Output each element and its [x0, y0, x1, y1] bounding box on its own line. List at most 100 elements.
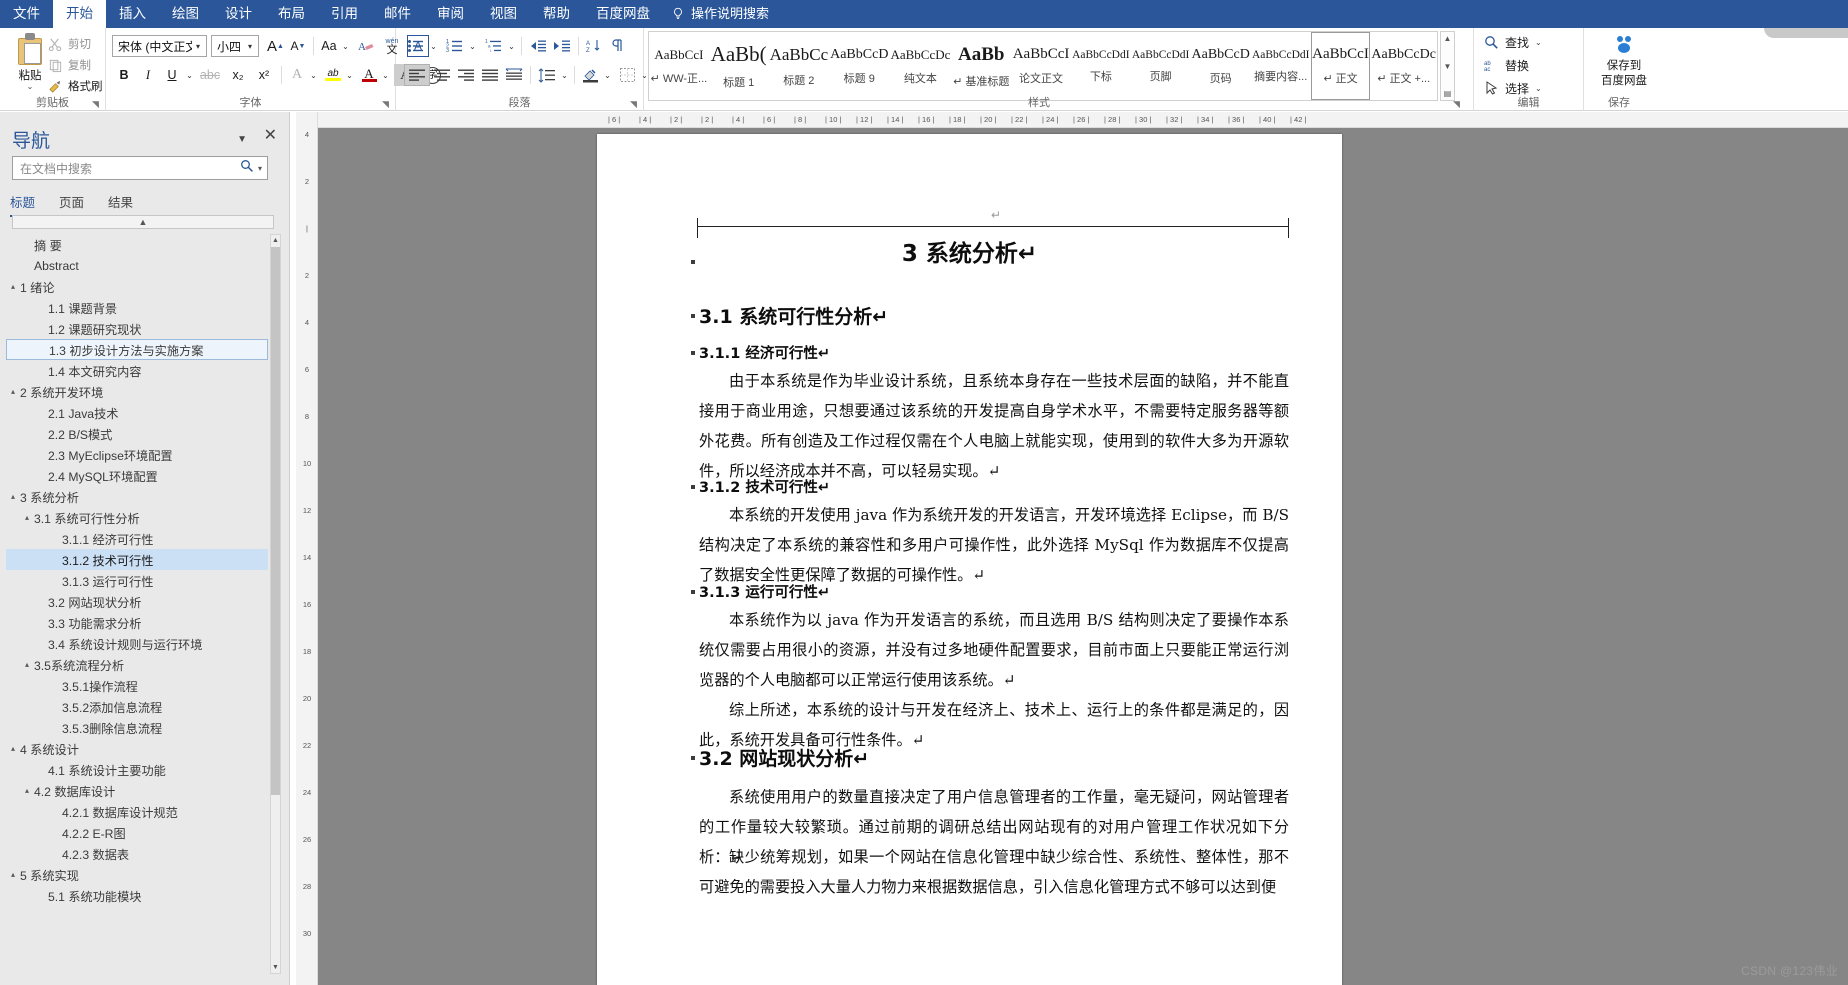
- nav-item-14[interactable]: 3.1.1 经济可行性: [6, 528, 268, 549]
- nav-item-2[interactable]: ▴ 1 绪论: [6, 276, 268, 297]
- horizontal-ruler[interactable]: | 6 | | 4 | | 2 | | 2 | | 4 | | 6 | | 8 | | 10 …: [318, 112, 1848, 128]
- superscript-button[interactable]: x²: [251, 64, 277, 86]
- cut-button[interactable]: 剪切: [48, 36, 91, 52]
- bold-button[interactable]: B: [112, 64, 136, 86]
- bullets-button[interactable]: [404, 35, 428, 57]
- font-dialog-launcher[interactable]: ◥: [382, 99, 392, 109]
- nav-tab-headings[interactable]: 标题: [10, 192, 36, 217]
- tab-review[interactable]: 审阅: [424, 0, 477, 28]
- nav-item-25[interactable]: 4.1 系统设计主要功能: [6, 759, 268, 780]
- nav-item-0[interactable]: 摘 要: [6, 234, 268, 255]
- nav-expand-triangle-30[interactable]: ▴: [6, 870, 20, 879]
- nav-item-26[interactable]: ▴ 4.2 数据库设计: [6, 780, 268, 801]
- text-effects-caret[interactable]: ⌄: [308, 71, 319, 80]
- find-caret[interactable]: ⌄: [1535, 38, 1542, 47]
- grow-font-button[interactable]: A ▲: [264, 35, 287, 57]
- nav-item-5[interactable]: 1.3 初步设计方法与实施方案: [6, 339, 268, 360]
- line-spacing-caret[interactable]: ⌄: [559, 71, 570, 80]
- nav-expand-triangle-7[interactable]: ▴: [6, 387, 20, 396]
- bullets-caret[interactable]: ⌄: [428, 42, 439, 51]
- strikethrough-button[interactable]: abc: [195, 64, 225, 86]
- font-name-caret[interactable]: ▾: [192, 42, 204, 51]
- tab-view[interactable]: 视图: [477, 0, 530, 28]
- nav-tab-pages[interactable]: 页面: [59, 192, 84, 217]
- italic-button[interactable]: I: [136, 64, 160, 86]
- nav-item-19[interactable]: 3.4 系统设计规则与运行环境: [6, 633, 268, 654]
- nav-item-16[interactable]: 3.1.3 运行可行性: [6, 570, 268, 591]
- subscript-button[interactable]: x₂: [225, 64, 251, 86]
- nav-scroll-down-icon[interactable]: ▼: [271, 962, 280, 973]
- style-item-4[interactable]: AaBbCcDc 纯文本: [889, 32, 951, 100]
- decrease-indent-button[interactable]: [526, 35, 550, 57]
- paragraph-dialog-launcher[interactable]: ◥: [630, 99, 640, 109]
- nav-item-13[interactable]: ▴ 3.1 系统可行性分析: [6, 507, 268, 528]
- styles-scroll-down-icon[interactable]: ▼: [1444, 62, 1452, 71]
- nav-item-9[interactable]: 2.2 B/S模式: [6, 423, 268, 444]
- nav-expand-triangle-2[interactable]: ▴: [6, 282, 20, 291]
- navigation-options-caret[interactable]: ▼: [237, 134, 247, 145]
- nav-item-22[interactable]: 3.5.2添加信息流程: [6, 696, 268, 717]
- distribute-button[interactable]: [502, 64, 526, 86]
- nav-expand-triangle-13[interactable]: ▴: [20, 513, 34, 522]
- align-left-button[interactable]: [404, 64, 430, 86]
- nav-tab-results[interactable]: 结果: [108, 192, 133, 217]
- save-to-baidu-button[interactable]: 保存到 百度网盘: [1594, 34, 1654, 89]
- tab-references[interactable]: 引用: [318, 0, 371, 28]
- nav-expand-triangle-12[interactable]: ▴: [6, 492, 20, 501]
- styles-dialog-launcher[interactable]: ◥: [1453, 99, 1463, 109]
- style-item-1[interactable]: AaBb(标题 1: [709, 32, 769, 100]
- tab-draw[interactable]: 绘图: [159, 0, 212, 28]
- navigation-close-icon[interactable]: ✕: [264, 128, 277, 144]
- nav-item-31[interactable]: 5.1 系统功能模块: [6, 885, 268, 906]
- styles-gallery[interactable]: AaBbCcI ↵ WW-正... AaBb(标题 1 AaBbCc 标题 2 AaBbC…: [648, 31, 1438, 101]
- style-item-11[interactable]: AaBbCcI ↵ 正文: [1310, 32, 1371, 100]
- select-caret[interactable]: ⌄: [1535, 84, 1542, 93]
- styles-more-icon[interactable]: ▤: [1444, 89, 1452, 98]
- nav-item-29[interactable]: 4.2.3 数据表: [6, 843, 268, 864]
- nav-scroll-up-icon[interactable]: ▲: [271, 235, 280, 246]
- justify-button[interactable]: [478, 64, 502, 86]
- tab-mailings[interactable]: 邮件: [371, 0, 424, 28]
- nav-item-12[interactable]: ▴ 3 系统分析: [6, 486, 268, 507]
- tab-baidu-netdisk[interactable]: 百度网盘: [583, 0, 663, 28]
- style-item-2[interactable]: AaBbCc 标题 2: [769, 32, 830, 100]
- clear-formatting-button[interactable]: A: [355, 35, 378, 57]
- nav-item-23[interactable]: 3.5.3删除信息流程: [6, 717, 268, 738]
- navigation-search-input[interactable]: 在文档中搜索: [13, 160, 236, 177]
- navigation-search-box[interactable]: 在文档中搜索 ▾: [12, 156, 268, 180]
- font-name-combo[interactable]: 宋体 (中文正文) ▾: [112, 35, 207, 57]
- font-size-combo[interactable]: 小四 ▾: [211, 35, 259, 57]
- nav-item-10[interactable]: 2.3 MyEclipse环境配置: [6, 444, 268, 465]
- style-item-12[interactable]: AaBbCcDc ↵ 正文 +...: [1370, 32, 1437, 100]
- nav-expand-triangle-24[interactable]: ▴: [6, 744, 20, 753]
- format-painter-button[interactable]: 格式刷: [48, 78, 103, 94]
- change-case-caret[interactable]: ⌄: [340, 42, 351, 51]
- copy-button[interactable]: 复制: [48, 57, 91, 73]
- shrink-font-button[interactable]: A ▼: [287, 35, 309, 57]
- show-formatting-marks-button[interactable]: [605, 35, 627, 57]
- navigation-scrollbar[interactable]: ▲ ▼: [270, 234, 281, 974]
- styles-gallery-scroll[interactable]: ▲ ▼ ▤: [1440, 31, 1455, 101]
- style-item-9[interactable]: AaBbCcD 页码: [1191, 32, 1251, 100]
- nav-item-7[interactable]: ▴ 2 系统开发环境: [6, 381, 268, 402]
- search-icon[interactable]: [236, 159, 258, 178]
- clipboard-dialog-launcher[interactable]: ◥: [92, 99, 102, 109]
- nav-expand-triangle-26[interactable]: ▴: [20, 786, 34, 795]
- style-item-10[interactable]: AaBbCcDdI 摘要内容...: [1251, 32, 1311, 100]
- nav-item-6[interactable]: 1.4 本文研究内容: [6, 360, 268, 381]
- shading-caret[interactable]: ⌄: [602, 71, 613, 80]
- tab-file[interactable]: 文件: [0, 0, 53, 28]
- change-case-button[interactable]: Aa: [318, 35, 340, 57]
- nav-item-15[interactable]: 3.1.2 技术可行性: [6, 549, 268, 570]
- tab-home[interactable]: 开始: [53, 0, 106, 28]
- tab-layout[interactable]: 布局: [265, 0, 318, 28]
- navigation-search-caret[interactable]: ▾: [258, 164, 267, 173]
- style-item-7[interactable]: AaBbCcDdI 下标: [1071, 32, 1131, 100]
- line-spacing-button[interactable]: [535, 64, 559, 86]
- nav-item-30[interactable]: ▴ 5 系统实现: [6, 864, 268, 885]
- nav-item-17[interactable]: 3.2 网站现状分析: [6, 591, 268, 612]
- nav-item-18[interactable]: 3.3 功能需求分析: [6, 612, 268, 633]
- font-size-caret[interactable]: ▾: [244, 42, 256, 51]
- numbering-button[interactable]: 1 2 3: [443, 35, 467, 57]
- vertical-ruler[interactable]: 4 2 | 2 4 6 8 10 12 14 16 18 20 22 24 26 28 30: [296, 112, 318, 985]
